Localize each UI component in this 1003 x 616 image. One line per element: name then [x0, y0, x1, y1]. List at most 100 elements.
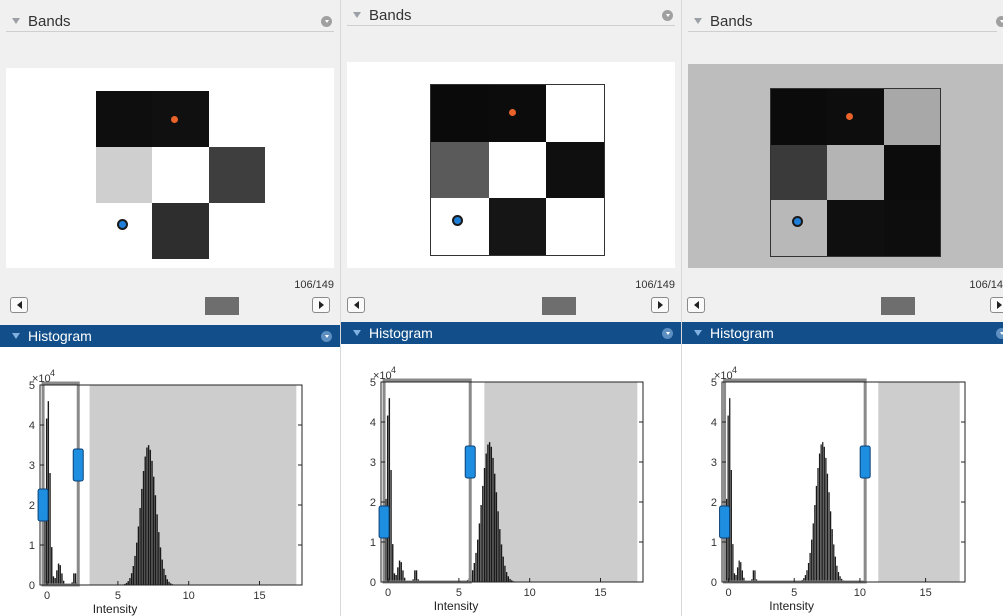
board-cell-4 — [488, 141, 547, 199]
collapse-triangle-icon[interactable] — [353, 330, 361, 336]
image-display[interactable] — [6, 68, 334, 268]
image-display[interactable] — [688, 64, 1003, 268]
collapse-triangle-icon[interactable] — [694, 330, 702, 336]
histogram-bar — [398, 560, 401, 582]
board-cell-1 — [827, 89, 884, 145]
histogram-bar — [397, 567, 399, 582]
panel-menu-icon[interactable] — [662, 327, 673, 339]
y-tick-label: 3 — [711, 457, 717, 469]
x-tick-label: 10 — [524, 587, 536, 599]
viewer-panel-3: Bands 106/14 Histogram 0 1 2 3 4 5 0 5 10 15 ×10 4 I… — [682, 0, 1003, 616]
histogram-bar — [473, 563, 476, 582]
histogram-panel-header[interactable]: Histogram — [682, 322, 1003, 344]
blue-marker[interactable] — [792, 216, 803, 227]
histogram-bar — [132, 566, 135, 585]
histogram-bar — [475, 552, 477, 582]
histogram-bar — [485, 453, 487, 582]
collapse-triangle-icon[interactable] — [694, 18, 702, 24]
y-tick-label: 3 — [370, 457, 376, 469]
bands-panel-header[interactable]: Bands — [0, 10, 340, 32]
histogram-bar — [823, 446, 825, 582]
orange-marker[interactable] — [171, 116, 178, 123]
histogram-bar — [497, 511, 499, 582]
orange-marker[interactable] — [846, 113, 853, 120]
bands-title: Bands — [710, 12, 753, 30]
histogram-bar — [829, 511, 832, 582]
y-exponent-label: ×10 — [32, 373, 51, 385]
y-exponent-power: 4 — [50, 368, 55, 378]
frame-scrollbar-thumb[interactable] — [881, 297, 915, 315]
histogram-bar — [146, 447, 148, 585]
y-exponent-power: 4 — [732, 365, 737, 375]
histogram-bar — [505, 572, 508, 582]
min-range-slider-handle[interactable] — [37, 488, 49, 522]
histogram-bar — [158, 532, 160, 585]
histogram-bar — [415, 570, 418, 582]
min-range-slider-handle[interactable] — [719, 505, 731, 539]
image-display[interactable] — [347, 62, 675, 268]
x-tick-label: 10 — [854, 587, 866, 599]
panel-menu-icon[interactable] — [321, 330, 332, 342]
histogram-bar — [809, 552, 811, 582]
panel-menu-icon[interactable] — [662, 9, 673, 21]
board-cell-5 — [883, 144, 940, 201]
board-cell-8 — [883, 200, 940, 256]
histogram-chart[interactable]: 0123450 5 10 15×10 4Intensity — [341, 344, 681, 616]
blue-marker[interactable] — [452, 215, 463, 226]
next-frame-button[interactable] — [990, 297, 1003, 313]
bands-title: Bands — [28, 12, 71, 30]
histogram-bar — [61, 573, 63, 585]
panel-menu-icon[interactable] — [321, 15, 332, 27]
blue-marker[interactable] — [117, 219, 128, 230]
max-range-slider-handle[interactable] — [72, 448, 84, 482]
y-exponent-power: 4 — [391, 365, 396, 375]
previous-frame-button[interactable] — [687, 297, 705, 313]
board-cell-8 — [546, 198, 604, 255]
y-tick-label: 0 — [711, 577, 717, 589]
frame-scrollbar-thumb[interactable] — [205, 297, 239, 315]
bands-panel-header[interactable]: Bands — [341, 4, 681, 26]
board-cell-2 — [208, 91, 265, 147]
board-cell-3 — [96, 147, 153, 203]
histogram-panel-header[interactable]: Histogram — [0, 325, 340, 347]
excluded-range-region — [484, 382, 638, 582]
panel-menu-icon[interactable] — [996, 15, 1003, 27]
collapse-triangle-icon[interactable] — [353, 12, 361, 18]
histogram-bar — [74, 573, 77, 585]
frame-scrollbar-thumb[interactable] — [542, 297, 576, 315]
viewer-panel-1: Bands 106/149 Histogram 0 1 2 3 4 5 0 5 10 15 ×10 4… — [0, 0, 340, 616]
histogram-panel-header[interactable]: Histogram — [341, 322, 681, 344]
histogram-bar — [504, 565, 506, 582]
histogram-bar — [139, 508, 141, 585]
histogram-bar — [730, 470, 732, 582]
panel-menu-icon[interactable] — [996, 327, 1003, 339]
board-cell-8 — [208, 203, 265, 259]
histogram-bar — [752, 570, 755, 582]
next-frame-button[interactable] — [312, 297, 330, 313]
max-range-slider-handle[interactable] — [859, 445, 871, 479]
y-tick-label: 0 — [29, 580, 35, 592]
min-range-slider-handle[interactable] — [378, 505, 390, 539]
board-cell-2 — [546, 85, 604, 142]
histogram-bar — [141, 488, 143, 585]
histogram-bar — [57, 563, 60, 585]
histogram-title: Histogram — [710, 325, 774, 341]
max-range-slider-handle[interactable] — [464, 445, 476, 479]
histogram-bar — [144, 456, 146, 585]
collapse-triangle-icon[interactable] — [12, 333, 20, 339]
board-cell-0 — [771, 89, 828, 145]
histogram-chart[interactable]: 0123450 5 10 15×10 4Intensity — [682, 344, 1003, 616]
histogram-bar — [154, 495, 157, 585]
histogram-title: Histogram — [369, 325, 433, 341]
y-tick-label: 1 — [370, 537, 376, 549]
collapse-triangle-icon[interactable] — [12, 18, 20, 24]
histogram-chart[interactable]: 0123450 5 10 15×10 4Intensity — [0, 347, 340, 616]
orange-marker[interactable] — [509, 109, 516, 116]
bands-panel-header[interactable]: Bands — [682, 10, 1003, 32]
previous-frame-button[interactable] — [10, 297, 28, 313]
histogram-bar — [499, 529, 501, 582]
board-cell-7 — [827, 200, 884, 256]
previous-frame-button[interactable] — [347, 297, 365, 313]
histogram-bar — [73, 573, 75, 585]
next-frame-button[interactable] — [651, 297, 669, 313]
